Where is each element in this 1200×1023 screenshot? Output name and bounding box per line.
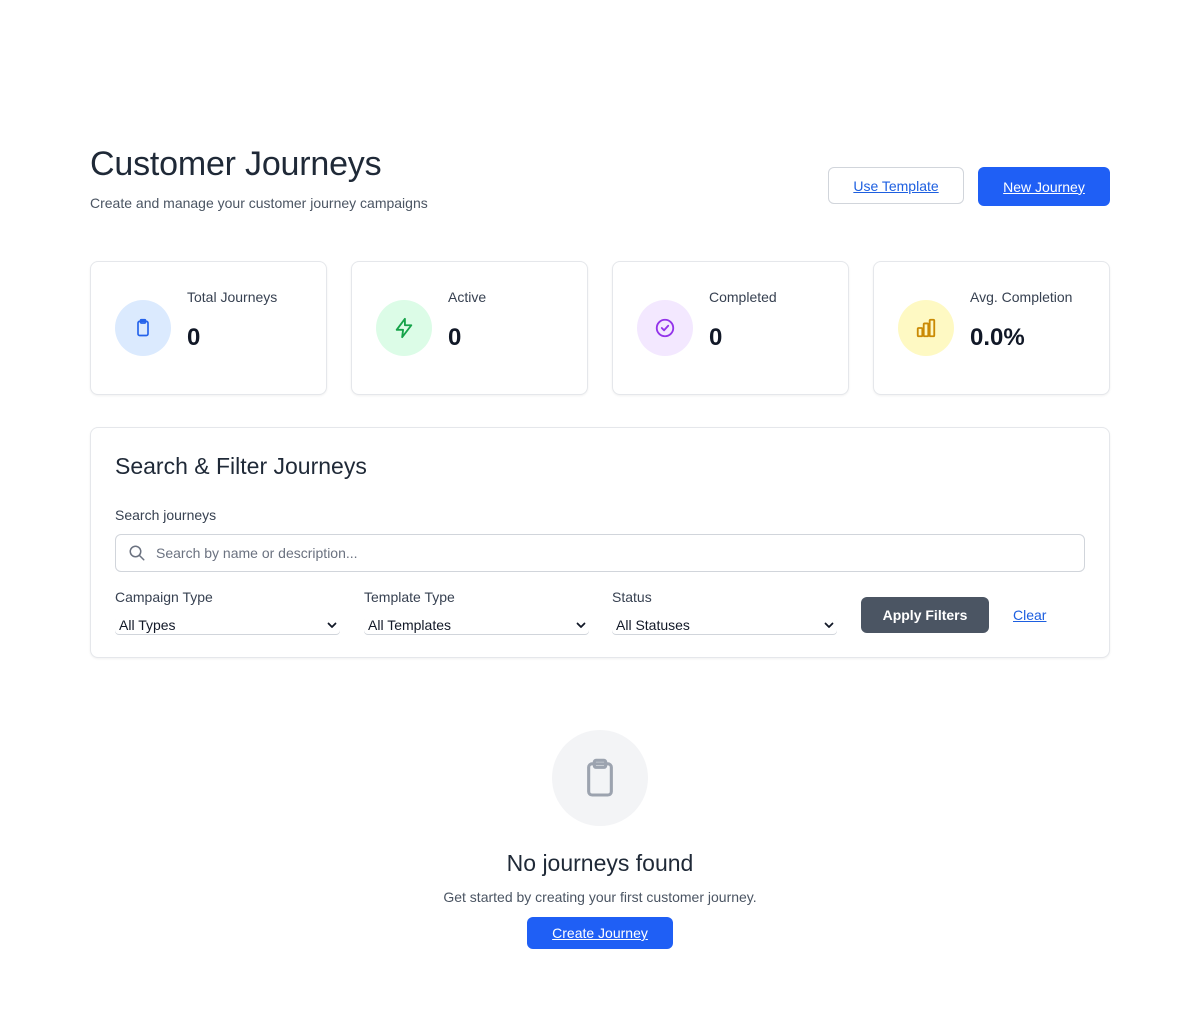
search-box[interactable]	[115, 534, 1085, 572]
empty-state-text: Get started by creating your first custo…	[443, 889, 757, 905]
stat-label: Active	[448, 289, 487, 305]
journeys-page: Customer Journeys Create and manage your…	[0, 0, 1200, 1023]
search-input[interactable]	[156, 535, 1076, 571]
chevron-down-icon	[327, 622, 337, 628]
stat-card-completed: Completed 0	[612, 261, 849, 395]
filter-panel: Search & Filter Journeys Search journeys…	[90, 427, 1110, 658]
create-journey-button[interactable]: Create Journey	[527, 917, 673, 949]
stat-value: 0.0%	[970, 324, 1025, 351]
clear-filters-link[interactable]: Clear	[1013, 607, 1046, 623]
stat-card-avg-completion: Avg. Completion 0.0%	[873, 261, 1110, 395]
filter-panel-title: Search & Filter Journeys	[115, 453, 367, 479]
apply-filters-button[interactable]: Apply Filters	[861, 597, 989, 633]
campaign-type-value: All Types	[119, 617, 176, 633]
campaign-type-label: Campaign Type	[115, 589, 213, 605]
stat-card-active: Active 0	[351, 261, 588, 395]
status-label: Status	[612, 589, 652, 605]
template-type-select[interactable]: All Templates	[364, 616, 589, 634]
stat-label: Total Journeys	[187, 289, 278, 305]
stats-row: Total Journeys 0 Active 0 Completed 0 Av…	[90, 261, 1110, 395]
stat-value: 0	[709, 324, 723, 351]
page-subtitle: Create and manage your customer journey …	[90, 195, 428, 211]
template-type-field: Template Type All Templates	[364, 589, 589, 634]
stat-value: 0	[448, 324, 462, 351]
template-type-value: All Templates	[368, 617, 452, 633]
check-circle-icon	[637, 300, 693, 356]
new-journey-button[interactable]: New Journey	[978, 167, 1110, 206]
chevron-down-icon	[824, 622, 834, 628]
campaign-type-select[interactable]: All Types	[115, 616, 340, 634]
page-header: Customer Journeys Create and manage your…	[90, 143, 1110, 223]
campaign-type-field: Campaign Type All Types	[115, 589, 340, 634]
bar-chart-icon	[898, 300, 954, 356]
stat-label: Avg. Completion	[970, 289, 1073, 305]
clipboard-icon	[552, 730, 648, 826]
status-field: Status All Statuses	[612, 589, 837, 634]
empty-state-title: No journeys found	[506, 850, 694, 876]
use-template-button[interactable]: Use Template	[828, 167, 964, 204]
stat-card-total-journeys: Total Journeys 0	[90, 261, 327, 395]
page-title: Customer Journeys	[90, 145, 382, 183]
template-type-label: Template Type	[364, 589, 455, 605]
search-label: Search journeys	[115, 507, 217, 523]
status-select[interactable]: All Statuses	[612, 616, 837, 634]
empty-state: No journeys found Get started by creatin…	[300, 730, 900, 970]
stat-value: 0	[187, 324, 201, 351]
status-value: All Statuses	[616, 617, 690, 633]
search-icon	[129, 545, 145, 561]
stat-label: Completed	[709, 289, 777, 305]
lightning-icon	[376, 300, 432, 356]
chevron-down-icon	[576, 622, 586, 628]
clipboard-icon	[115, 300, 171, 356]
